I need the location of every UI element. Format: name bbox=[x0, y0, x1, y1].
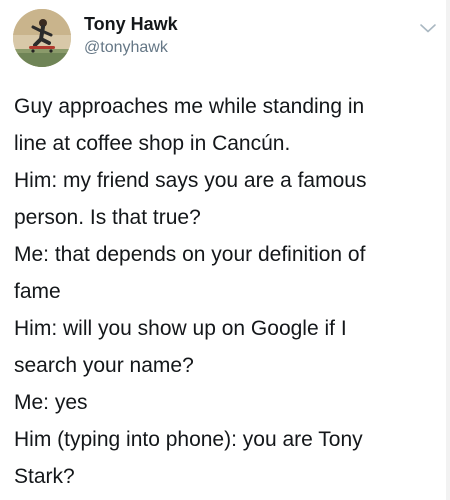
chevron-down-icon[interactable] bbox=[418, 18, 438, 38]
tweet-text: Guy approaches me while standing in line… bbox=[14, 88, 439, 495]
author-handle[interactable]: @tonyhawk bbox=[84, 38, 168, 58]
tweet-text-line: Guy approaches me while standing in bbox=[14, 95, 365, 118]
scrollbar-track[interactable] bbox=[446, 0, 450, 500]
tweet-text-line: Me: yes bbox=[14, 391, 88, 414]
tweet-text-line: line at coffee shop in Cancún. bbox=[14, 132, 291, 155]
tweet-text-line: Him (typing into phone): you are Tony bbox=[14, 428, 363, 451]
tweet-text-line: Stark? bbox=[14, 465, 75, 488]
author-display-name[interactable]: Tony Hawk bbox=[84, 13, 178, 35]
tweet-text-line: search your name? bbox=[14, 354, 194, 377]
tweet-text-line: Me: that depends on your definition of bbox=[14, 243, 366, 266]
tweet-text-line: Him: will you show up on Google if I bbox=[14, 317, 347, 340]
skateboarder-photo-icon bbox=[13, 9, 71, 67]
tweet-text-line: fame bbox=[14, 280, 61, 303]
author-avatar[interactable] bbox=[13, 9, 71, 67]
tweet-text-line: Him: my friend says you are a famous bbox=[14, 169, 367, 192]
tweet-text-line: person. Is that true? bbox=[14, 206, 201, 229]
tweet-card: Tony Hawk @tonyhawk Guy approaches me wh… bbox=[0, 0, 450, 500]
